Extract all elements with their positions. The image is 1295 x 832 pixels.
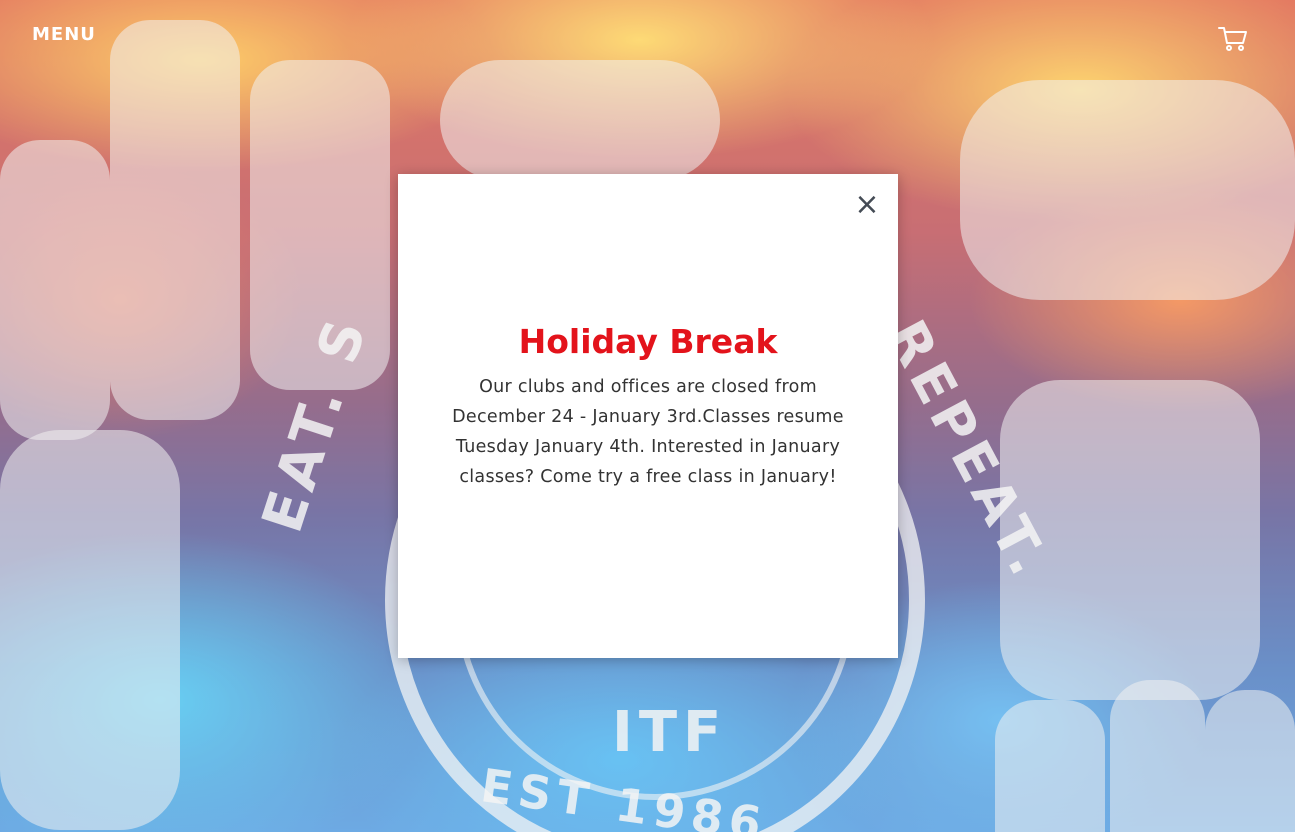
shopping-cart-icon[interactable]	[1217, 24, 1249, 52]
close-icon[interactable]: ×	[854, 190, 880, 220]
modal-title: Holiday Break	[518, 322, 778, 361]
holiday-popup-modal: × Holiday Break Our clubs and offices ar…	[398, 174, 898, 658]
menu-button[interactable]: MENU	[32, 24, 96, 45]
page: EAT. S REPEAT. ITF EST 1986 MENU × Holid…	[0, 0, 1295, 832]
modal-message: Our clubs and offices are closed from De…	[452, 377, 844, 487]
